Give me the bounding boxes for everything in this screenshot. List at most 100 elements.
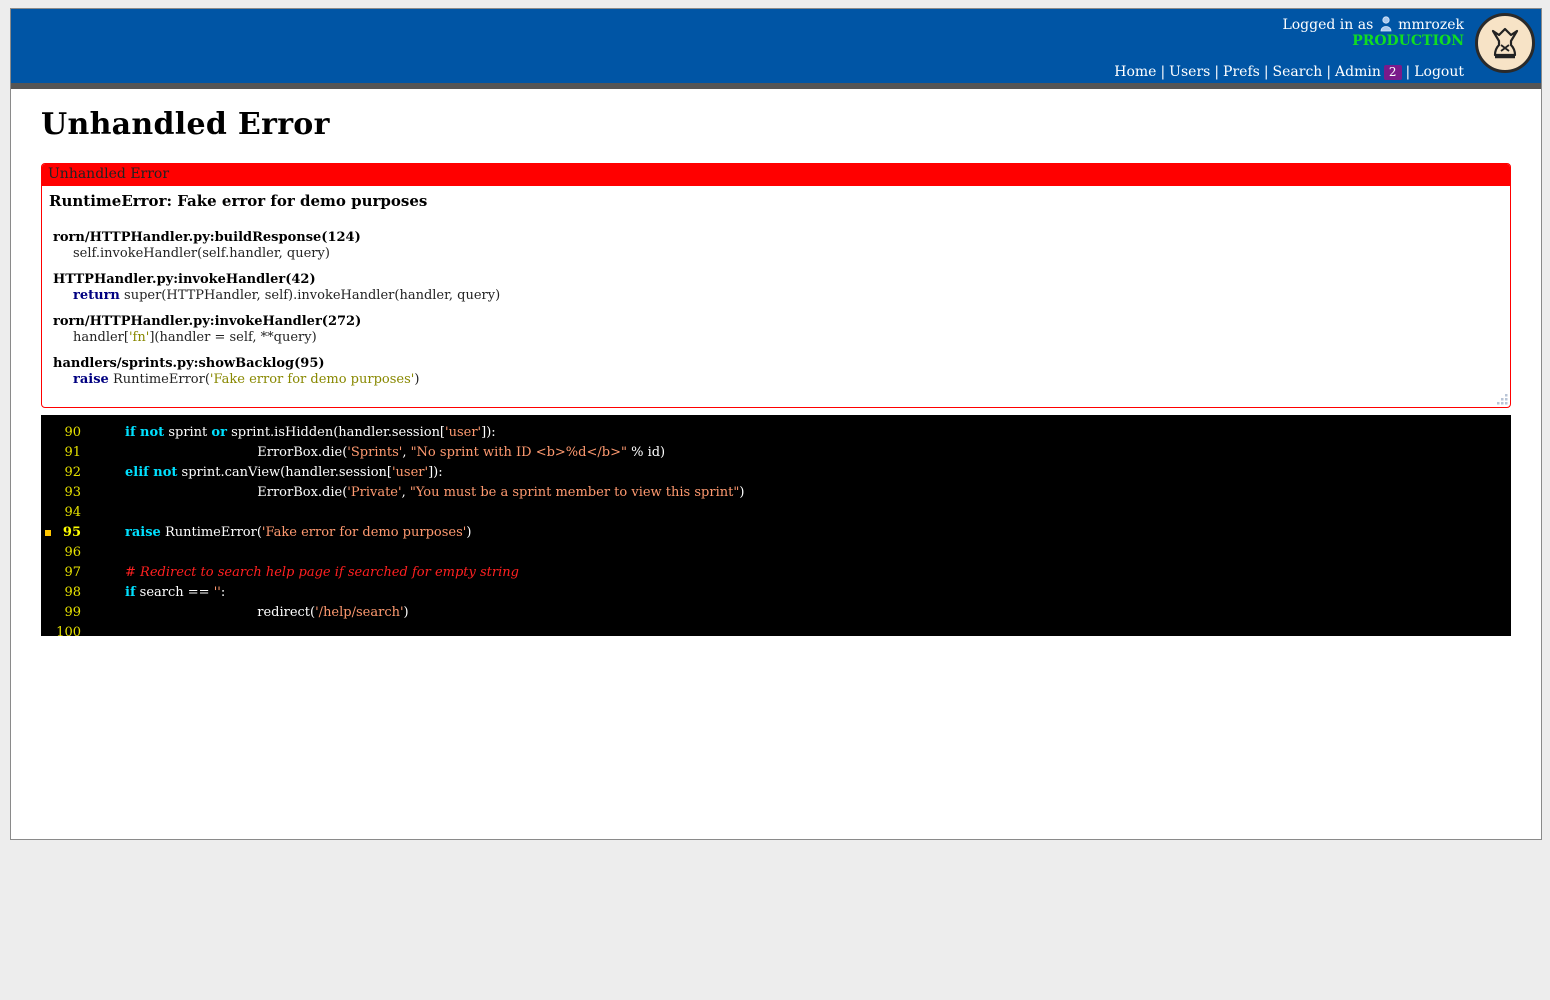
- nav-search-link[interactable]: Search: [1273, 64, 1323, 80]
- code-keyword: if not: [125, 425, 165, 440]
- code-keyword: raise: [73, 372, 109, 387]
- code-token: search ==: [135, 585, 214, 600]
- stack-frame: HTTPHandler.py:invokeHandler(42) return …: [53, 272, 500, 303]
- code-comment: # Redirect to search help page if search…: [125, 565, 519, 580]
- username-link[interactable]: mmrozek: [1398, 17, 1464, 33]
- nav-separator: |: [1160, 64, 1166, 80]
- stack-frame-location: handlers/sprints.py:showBacklog(95): [53, 356, 325, 371]
- code-text: elif not sprint.canView(handler.session[…: [125, 463, 443, 483]
- environment-label: PRODUCTION: [1352, 33, 1464, 49]
- line-number: 98: [64, 585, 81, 600]
- code-token: ErrorBox.die(: [257, 485, 348, 500]
- stack-frame-location: rorn/HTTPHandler.py:buildResponse(124): [53, 230, 361, 245]
- nav-admin-link[interactable]: Admin: [1335, 64, 1381, 80]
- code-token: redirect(: [257, 605, 316, 620]
- site-logo[interactable]: [1475, 13, 1535, 73]
- main-nav: Home | Users | Prefs | Search | Admin 2 | Logout: [1114, 64, 1464, 80]
- code-keyword: if: [125, 585, 136, 600]
- code-token: RuntimeError(: [160, 525, 262, 540]
- stack-frame: rorn/HTTPHandler.py:invokeHandler(272) h…: [53, 314, 361, 345]
- stack-frame-location: HTTPHandler.py:invokeHandler(42): [53, 272, 316, 287]
- code-line: 93 ErrorBox.die('Private', "You must be …: [41, 483, 1511, 503]
- code-line: 98 if search == '':: [41, 583, 1511, 603]
- code-text: raise RuntimeError('Fake error for demo …: [125, 523, 471, 543]
- nav-separator: |: [1326, 64, 1332, 80]
- line-number: 95: [62, 525, 81, 540]
- code-string: '/help/search': [315, 605, 404, 620]
- code-line: 92 elif not sprint.canView(handler.sessio…: [41, 463, 1511, 483]
- code-line: 95 raise RuntimeError('Fake error for dem…: [41, 523, 1511, 543]
- line-number: 91: [64, 445, 81, 460]
- logged-in-label: Logged in as: [1282, 17, 1374, 33]
- error-box: Unhandled Error RuntimeError: Fake error…: [41, 163, 1511, 408]
- code-token: :: [220, 585, 226, 600]
- code-text: ](handler = self, **query): [149, 330, 317, 345]
- code-token: ErrorBox.die(: [257, 445, 348, 460]
- error-message: RuntimeError: Fake error for demo purpos…: [49, 192, 428, 210]
- nav-logout-link[interactable]: Logout: [1414, 64, 1464, 80]
- nav-users-link[interactable]: Users: [1169, 64, 1210, 80]
- code-line: 90 if not sprint or sprint.isHidden(handl…: [41, 423, 1511, 443]
- code-string: 'Fake error for demo purposes': [261, 525, 467, 540]
- code-token: ]):: [481, 425, 496, 440]
- line-number: 99: [64, 605, 81, 620]
- code-string: 'Fake error for demo purposes': [209, 372, 415, 387]
- line-number: 93: [64, 485, 81, 500]
- line-number: 94: [64, 505, 81, 520]
- code-token: ): [403, 605, 409, 620]
- header-bar: Logged in as mmrozek PRODUCTION Home | Use…: [11, 9, 1541, 83]
- code-line: 97 # Redirect to search help page if sear…: [41, 563, 1511, 583]
- resize-grip-icon[interactable]: [1495, 392, 1509, 406]
- line-number: 90: [64, 425, 81, 440]
- code-string: 'user': [445, 425, 482, 440]
- line-number: 97: [64, 565, 81, 580]
- nav-separator: |: [1405, 64, 1411, 80]
- code-keyword: raise: [125, 525, 161, 540]
- stack-frame-code: handler['fn'](handler = self, **query): [53, 330, 361, 345]
- code-string: "No sprint with ID <b>%d</b>": [410, 445, 627, 460]
- page-frame: Logged in as mmrozek PRODUCTION Home | Use…: [10, 8, 1542, 840]
- stack-frame-code: raise RuntimeError('Fake error for demo …: [53, 372, 419, 387]
- code-string: "You must be a sprint member to view thi…: [409, 485, 740, 500]
- code-token: ): [739, 485, 745, 500]
- stack-frame-code: return super(HTTPHandler, self).invokeHa…: [53, 288, 500, 303]
- nav-prefs-link[interactable]: Prefs: [1223, 64, 1260, 80]
- code-text: handler[: [73, 330, 129, 345]
- code-line: 96: [41, 543, 1511, 563]
- rook-logo-icon: [1491, 27, 1519, 59]
- page-title: Unhandled Error: [41, 107, 330, 142]
- stack-frame-code: self.invokeHandler(self.handler, query): [53, 246, 361, 261]
- code-text: redirect('/help/search'): [125, 603, 409, 623]
- code-string: 'user': [391, 465, 429, 480]
- line-number: 92: [64, 465, 81, 480]
- header-divider: [11, 83, 1541, 89]
- nav-home-link[interactable]: Home: [1114, 64, 1156, 80]
- line-number: 96: [64, 545, 81, 560]
- code-text: self.invokeHandler(self.handler, query): [73, 246, 330, 261]
- code-token: sprint: [164, 425, 212, 440]
- nav-separator: |: [1263, 64, 1269, 80]
- admin-count-badge: 2: [1383, 65, 1402, 80]
- code-string: 'Private': [347, 485, 402, 500]
- code-text: # Redirect to search help page if search…: [125, 563, 519, 583]
- code-text: ErrorBox.die('Private', "You must be a s…: [125, 483, 744, 503]
- code-text: if not sprint or sprint.isHidden(handler…: [125, 423, 496, 443]
- code-token: ]):: [428, 465, 443, 480]
- code-string: '': [213, 585, 221, 600]
- code-text: ErrorBox.die('Sprints', "No sprint with …: [125, 443, 665, 463]
- code-string: 'Sprints': [347, 445, 403, 460]
- code-string: 'fn': [128, 330, 150, 345]
- nav-separator: |: [1214, 64, 1220, 80]
- code-text: RuntimeError(: [108, 372, 210, 387]
- code-line: 94: [41, 503, 1511, 523]
- code-keyword: or: [211, 425, 227, 440]
- code-keyword: return: [73, 288, 120, 303]
- code-token: % id): [626, 445, 666, 460]
- code-line: 100: [41, 623, 1511, 643]
- stack-frame: rorn/HTTPHandler.py:buildResponse(124) s…: [53, 230, 361, 261]
- code-text: if search == '':: [125, 583, 225, 603]
- code-text: super(HTTPHandler, self).invokeHandler(h…: [119, 288, 501, 303]
